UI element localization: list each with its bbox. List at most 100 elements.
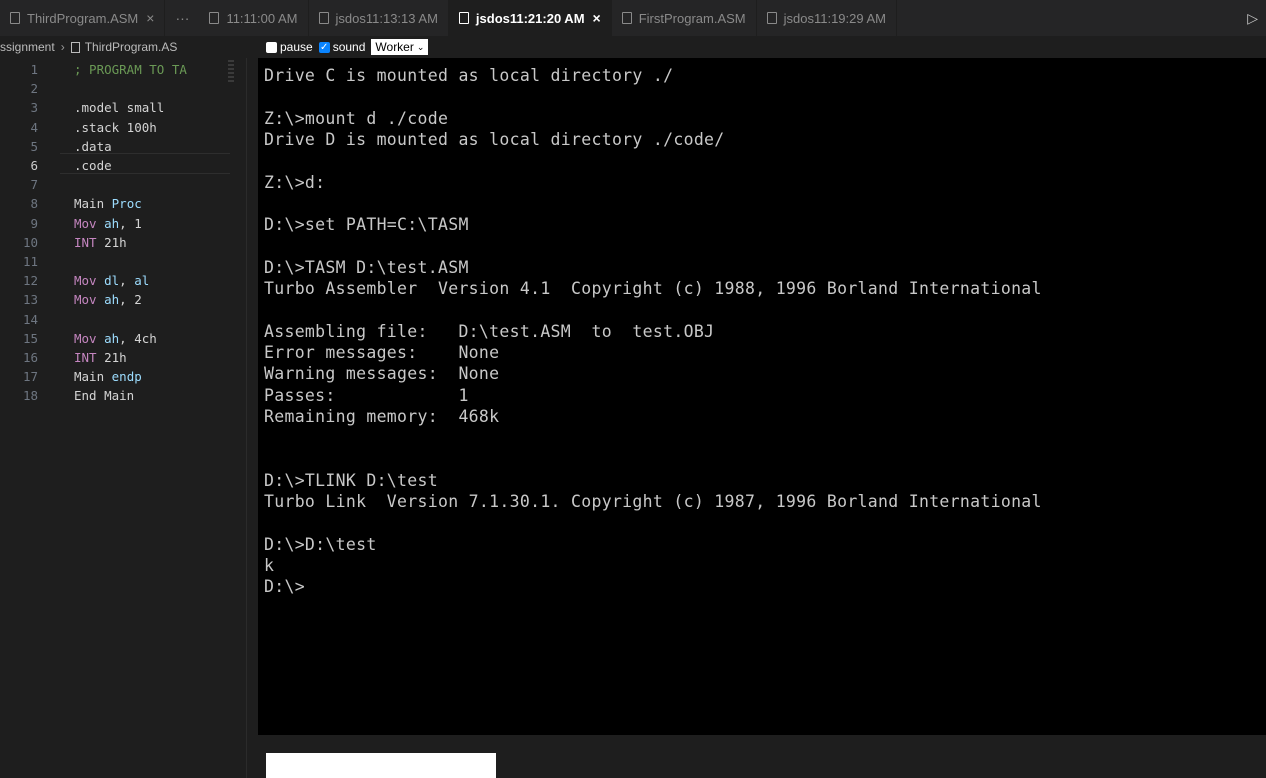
code-line[interactable]: 16 INT 21h	[0, 348, 230, 367]
terminal-line: D:\>TLINK D:\test	[264, 470, 438, 490]
pause-checkbox-box[interactable]	[266, 41, 277, 53]
line-number: 6	[30, 158, 38, 173]
file-icon	[621, 12, 632, 24]
terminal-line: Passes: 1	[264, 385, 469, 405]
breadcrumb: ssignment › ThirdProgram.AS	[0, 36, 265, 58]
terminal-line: Remaining memory: 468k	[264, 406, 500, 426]
chevron-down-icon: ⌄	[416, 42, 425, 52]
terminal-line: D:\>	[264, 577, 305, 597]
code-text: Mov dl, al	[74, 273, 150, 289]
code-line[interactable]: 8 Main Proc	[0, 194, 230, 213]
code-line[interactable]: 18 End Main	[0, 386, 230, 405]
terminal-line: D:\>D:\test	[264, 534, 377, 554]
breadcrumb-item-folder[interactable]: ssignment	[0, 40, 55, 54]
line-number: 9	[30, 215, 38, 231]
line-number: 17	[22, 369, 38, 385]
code-line[interactable]: 6 .code	[0, 156, 230, 175]
tab-label: FirstProgram.ASM	[638, 10, 746, 26]
code-text: INT 21h	[74, 234, 127, 250]
editor-tab-bar: ThirdProgram.ASM × ··· 11:11:00 AM jsdos11:1…	[0, 0, 1266, 36]
file-icon	[766, 12, 777, 24]
terminal-line: Z:\>mount d ./code	[264, 108, 449, 128]
tab-5[interactable]: jsdos11:19:29 AM	[757, 0, 898, 36]
file-icon	[70, 41, 80, 53]
worker-select-value: Worker	[375, 40, 414, 54]
code-line[interactable]: 11	[0, 252, 230, 271]
pane-divider[interactable]	[246, 58, 247, 778]
tab-3[interactable]: jsdos11:21:20 AM ×	[448, 0, 612, 36]
tab-label: jsdos11:21:20 AM	[475, 10, 585, 26]
code-line[interactable]: 2	[0, 79, 230, 98]
breadcrumb-item-file[interactable]: ThirdProgram.AS	[85, 40, 178, 54]
code-line[interactable]: 12 Mov dl, al	[0, 271, 230, 290]
more-tabs-icon[interactable]: ···	[165, 10, 199, 26]
emulator-controls: pause ✓ sound Worker ⌄	[266, 37, 429, 57]
line-number: 8	[30, 196, 38, 212]
line-number: 5	[30, 138, 38, 154]
tab-label: 11:11:00 AM	[226, 10, 298, 26]
tab-0[interactable]: ThirdProgram.ASM ×	[0, 0, 166, 36]
code-line[interactable]: 13 Mov ah, 2	[0, 290, 230, 309]
line-number: 18	[22, 388, 38, 404]
tab-4[interactable]: FirstProgram.ASM	[612, 0, 757, 36]
code-text: Main Proc	[74, 196, 142, 212]
chevron-right-icon: ›	[60, 40, 65, 54]
line-number: 13	[22, 292, 38, 308]
code-text: Main endp	[74, 369, 142, 385]
code-text: .code	[74, 158, 112, 173]
line-number: 2	[30, 81, 38, 97]
worker-select[interactable]: Worker ⌄	[371, 39, 429, 55]
tab-1[interactable]: 11:11:00 AM	[199, 0, 309, 36]
code-text: .stack 100h	[74, 119, 157, 135]
code-line[interactable]: 3 .model small	[0, 98, 230, 117]
code-text: Mov ah, 1	[74, 215, 142, 231]
sound-checkbox-box[interactable]: ✓	[318, 41, 330, 53]
code-line[interactable]: 14	[0, 310, 230, 329]
tab-2[interactable]: jsdos11:13:13 AM	[309, 0, 449, 36]
close-icon[interactable]: ×	[593, 10, 601, 26]
run-icon[interactable]: ▷	[1239, 10, 1266, 27]
code-line[interactable]: 17 Main endp	[0, 367, 230, 386]
line-number: 15	[22, 330, 38, 346]
code-text: Mov ah, 4ch	[74, 330, 157, 346]
code-line[interactable]: 15 Mov ah, 4ch	[0, 329, 230, 348]
code-text: End Main	[74, 388, 135, 404]
line-number: 1	[30, 62, 38, 77]
code-text: ; PROGRAM TO TA	[74, 62, 187, 77]
emulator-input-box[interactable]	[266, 753, 496, 778]
line-number: 7	[30, 177, 38, 193]
terminal-line: Drive C is mounted as local directory ./	[264, 66, 674, 85]
line-number: 11	[22, 254, 38, 269]
file-icon	[10, 12, 20, 24]
line-number: 16	[22, 350, 38, 365]
code-line[interactable]: 4 .stack 100h	[0, 118, 230, 137]
code-line[interactable]: 7	[0, 175, 230, 194]
code-line[interactable]: 9 Mov ah, 1	[0, 214, 230, 233]
terminal-line: Turbo Link Version 7.1.30.1. Copyright (…	[264, 492, 1042, 511]
line-number: 10	[22, 234, 38, 250]
terminal-line: D:\>set PATH=C:\TASM	[264, 215, 469, 235]
file-icon	[318, 12, 329, 24]
code-line[interactable]: 10 INT 21h	[0, 233, 230, 252]
code-line[interactable]: 5 .data	[0, 137, 230, 156]
line-number: 12	[22, 273, 38, 289]
tab-label: jsdos11:13:13 AM	[335, 10, 438, 26]
close-icon[interactable]: ×	[146, 10, 154, 26]
minimap[interactable]	[228, 58, 234, 98]
terminal-line: Z:\>d:	[264, 172, 326, 192]
sound-checkbox[interactable]: ✓ sound	[318, 40, 365, 54]
code-text: .model small	[74, 100, 165, 116]
code-text: INT 21h	[74, 350, 127, 365]
file-icon	[458, 12, 469, 24]
terminal-line: Warning messages: None	[264, 364, 500, 384]
terminal-line: Turbo Assembler Version 4.1 Copyright (c…	[264, 279, 1042, 298]
code-line[interactable]: 1 ; PROGRAM TO TA	[0, 60, 230, 79]
terminal-line: Error messages: None	[264, 342, 500, 362]
tab-label: ThirdProgram.ASM	[27, 10, 139, 26]
dos-terminal-screen[interactable]: Drive C is mounted as local directory ./…	[258, 58, 1266, 735]
code-editor[interactable]: 1 ; PROGRAM TO TA 2 3 .model small 4 .stack 10…	[0, 58, 230, 778]
file-icon	[209, 12, 220, 24]
terminal-line: Drive D is mounted as local directory ./…	[264, 129, 725, 149]
line-number: 14	[22, 311, 38, 327]
pause-checkbox[interactable]: pause	[266, 40, 313, 54]
